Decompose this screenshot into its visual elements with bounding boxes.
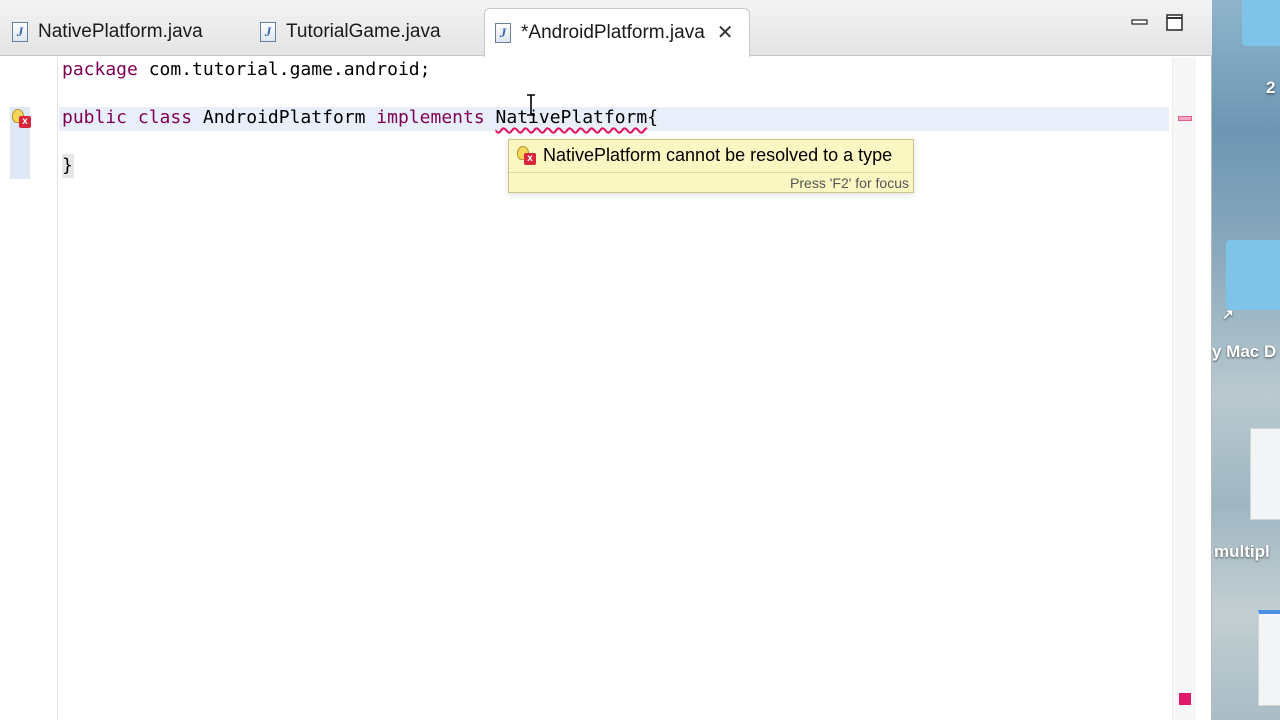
java-file-icon: J xyxy=(495,23,511,43)
popup-footer: Press 'F2' for focus xyxy=(509,172,913,193)
minimize-icon[interactable] xyxy=(1131,14,1149,32)
popup-message: NativePlatform cannot be resolved to a t… xyxy=(543,145,893,165)
tab-label: NativePlatform.java xyxy=(38,21,203,42)
maximize-icon[interactable] xyxy=(1166,14,1184,32)
desktop-label-multi: multipl xyxy=(1214,542,1270,561)
error-hover-popup[interactable]: x NativePlatform cannot be resolved to a… xyxy=(508,139,914,193)
i-beam-cursor-icon xyxy=(527,94,535,116)
tab-label: TutorialGame.java xyxy=(286,21,441,42)
java-file-icon: J xyxy=(12,22,28,42)
error-quickfix-icon[interactable]: x xyxy=(12,109,32,129)
desktop-label-number: 2 xyxy=(1266,78,1276,97)
desktop-background: 2 ↗ y Mac D multipl xyxy=(1212,0,1280,720)
keyword-class: class xyxy=(137,107,193,128)
code-line-class-decl[interactable]: public class AndroidPlatform implements … xyxy=(62,106,658,130)
desktop-alias-arrow-icon: ↗ xyxy=(1222,306,1234,322)
desktop-label-mac: y Mac D xyxy=(1212,342,1277,361)
popup-message-row[interactable]: x NativePlatform cannot be resolved to a… xyxy=(517,145,892,166)
desktop-window-thumbnail[interactable] xyxy=(1258,610,1280,706)
overview-ruler[interactable] xyxy=(1172,57,1196,720)
open-brace: { xyxy=(647,107,659,128)
tab-label: *AndroidPlatform.java xyxy=(521,22,705,43)
error-status-indicator[interactable] xyxy=(1179,693,1191,705)
tab-nativeplatform[interactable]: J NativePlatform.java xyxy=(12,8,242,56)
class-name: AndroidPlatform xyxy=(192,107,377,128)
code-line-package[interactable]: package com.tutorial.game.android; xyxy=(62,58,430,82)
error-quickfix-icon: x xyxy=(517,145,537,166)
editor-gutter[interactable]: x xyxy=(0,57,58,720)
tab-tutorialgame[interactable]: J TutorialGame.java xyxy=(260,8,480,56)
keyword-public: public xyxy=(62,107,128,128)
keyword-implements: implements xyxy=(376,107,485,128)
editor-tab-bar: J NativePlatform.java J TutorialGame.jav… xyxy=(0,0,1212,57)
desktop-document-icon[interactable] xyxy=(1250,428,1280,520)
package-name: com.tutorial.game.android; xyxy=(137,59,431,80)
close-icon[interactable]: ✕ xyxy=(717,23,734,43)
close-brace: } xyxy=(62,155,73,176)
java-file-icon: J xyxy=(260,22,276,42)
editor-window: J NativePlatform.java J TutorialGame.jav… xyxy=(0,0,1212,720)
unresolved-type[interactable]: NativePlatform xyxy=(496,107,648,128)
tab-androidplatform[interactable]: J *AndroidPlatform.java ✕ xyxy=(484,8,750,57)
keyword: package xyxy=(62,59,138,80)
code-line-close-brace[interactable]: } xyxy=(62,154,74,178)
desktop-folder-icon-2[interactable] xyxy=(1226,240,1280,310)
error-marker[interactable] xyxy=(1178,116,1192,121)
desktop-folder-icon[interactable] xyxy=(1242,0,1280,46)
